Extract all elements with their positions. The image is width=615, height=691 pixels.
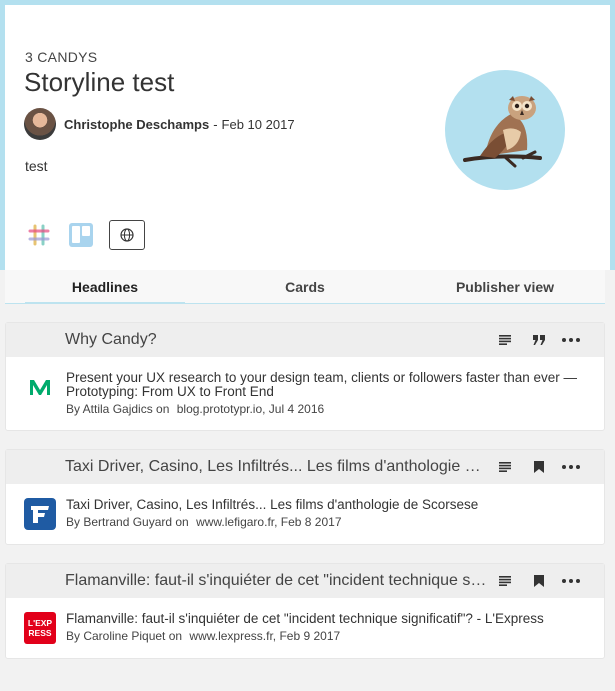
author-name[interactable]: Christophe Deschamps (64, 117, 209, 132)
publish-date: Feb 10 2017 (221, 116, 295, 132)
story-body: Taxi Driver, Casino, Les Infiltrés... Le… (6, 484, 604, 544)
globe-icon[interactable] (109, 220, 145, 250)
story-header-title[interactable]: Taxi Driver, Casino, Les Infiltrés... Le… (65, 458, 488, 476)
more-icon[interactable] (556, 457, 586, 477)
story-domain[interactable]: www.lexpress.fr (189, 629, 272, 643)
storyline-description: test (25, 158, 48, 174)
lexpress-icon: L'EXP RESS (24, 612, 56, 644)
story-title[interactable]: Taxi Driver, Casino, Les Infiltrés... Le… (66, 498, 592, 512)
storyline-header: 3 CANDYS Storyline test Christophe Desch… (5, 5, 610, 270)
story-card: Taxi Driver, Casino, Les Infiltrés... Le… (5, 449, 605, 545)
story-domain[interactable]: blog.prototypr.io (177, 402, 262, 416)
bookmark-icon[interactable] (522, 571, 556, 591)
svg-text:RESS: RESS (28, 628, 51, 638)
text-lines-icon[interactable] (488, 571, 522, 591)
text-lines-icon[interactable] (488, 457, 522, 477)
story-actions (488, 571, 586, 591)
story-title[interactable]: Flamanville: faut-il s'inquiéter de cet … (66, 612, 592, 626)
page-title: Storyline test (24, 67, 175, 97)
story-header: Taxi Driver, Casino, Les Infiltrés... Le… (6, 450, 604, 484)
story-actions (488, 457, 586, 477)
story-byline: By Caroline Piquet on (66, 629, 183, 643)
story-meta: By Caroline Piquet on www.lexpress.fr, F… (66, 629, 592, 643)
story-byline: By Attila Gajdics on (66, 402, 170, 416)
candy-count: 3 CANDYS (25, 49, 98, 65)
story-body: L'EXP RESS Flamanville: faut-il s'inquié… (6, 598, 604, 658)
story-date: , Feb 8 2017 (274, 515, 342, 529)
story-header-title[interactable]: Flamanville: faut-il s'inquiéter de cet … (65, 572, 488, 590)
view-tabs: Headlines Cards Publisher view (5, 270, 605, 304)
story-date: , Feb 9 2017 (272, 629, 341, 643)
story-header-title[interactable]: Why Candy? (65, 331, 488, 349)
slack-icon[interactable] (25, 221, 53, 249)
trello-icon[interactable] (67, 221, 95, 249)
more-icon[interactable] (556, 330, 586, 350)
tab-cards[interactable]: Cards (205, 270, 405, 303)
tab-headlines[interactable]: Headlines (5, 270, 205, 304)
owl-icon (445, 70, 565, 190)
tab-publisher-view[interactable]: Publisher view (405, 270, 605, 303)
story-meta: By Attila Gajdics on blog.prototypr.io, … (66, 402, 592, 416)
quote-icon[interactable] (522, 330, 556, 350)
medium-icon (24, 371, 56, 403)
avatar[interactable] (24, 108, 56, 140)
story-meta: By Bertrand Guyard on www.lefigaro.fr, F… (66, 515, 592, 529)
text-lines-icon[interactable] (488, 330, 522, 350)
story-header: Flamanville: faut-il s'inquiéter de cet … (6, 564, 604, 598)
svg-text:L'EXP: L'EXP (28, 618, 53, 628)
bookmark-icon[interactable] (522, 457, 556, 477)
story-body: Present your UX research to your design … (6, 357, 604, 430)
author-separator: - (213, 116, 218, 132)
more-icon[interactable] (556, 571, 586, 591)
story-date: , Jul 4 2016 (262, 402, 325, 416)
author-row: Christophe Deschamps - Feb 10 2017 (24, 108, 295, 140)
lefigaro-icon (24, 498, 56, 530)
story-header: Why Candy? (6, 323, 604, 357)
story-card: Why Candy? Present your UX research to y… (5, 322, 605, 431)
story-byline: By Bertrand Guyard on (66, 515, 189, 529)
story-title[interactable]: Present your UX research to your design … (66, 371, 592, 399)
story-card: Flamanville: faut-il s'inquiéter de cet … (5, 563, 605, 659)
story-actions (488, 330, 586, 350)
story-domain[interactable]: www.lefigaro.fr (196, 515, 274, 529)
share-row (25, 220, 145, 250)
